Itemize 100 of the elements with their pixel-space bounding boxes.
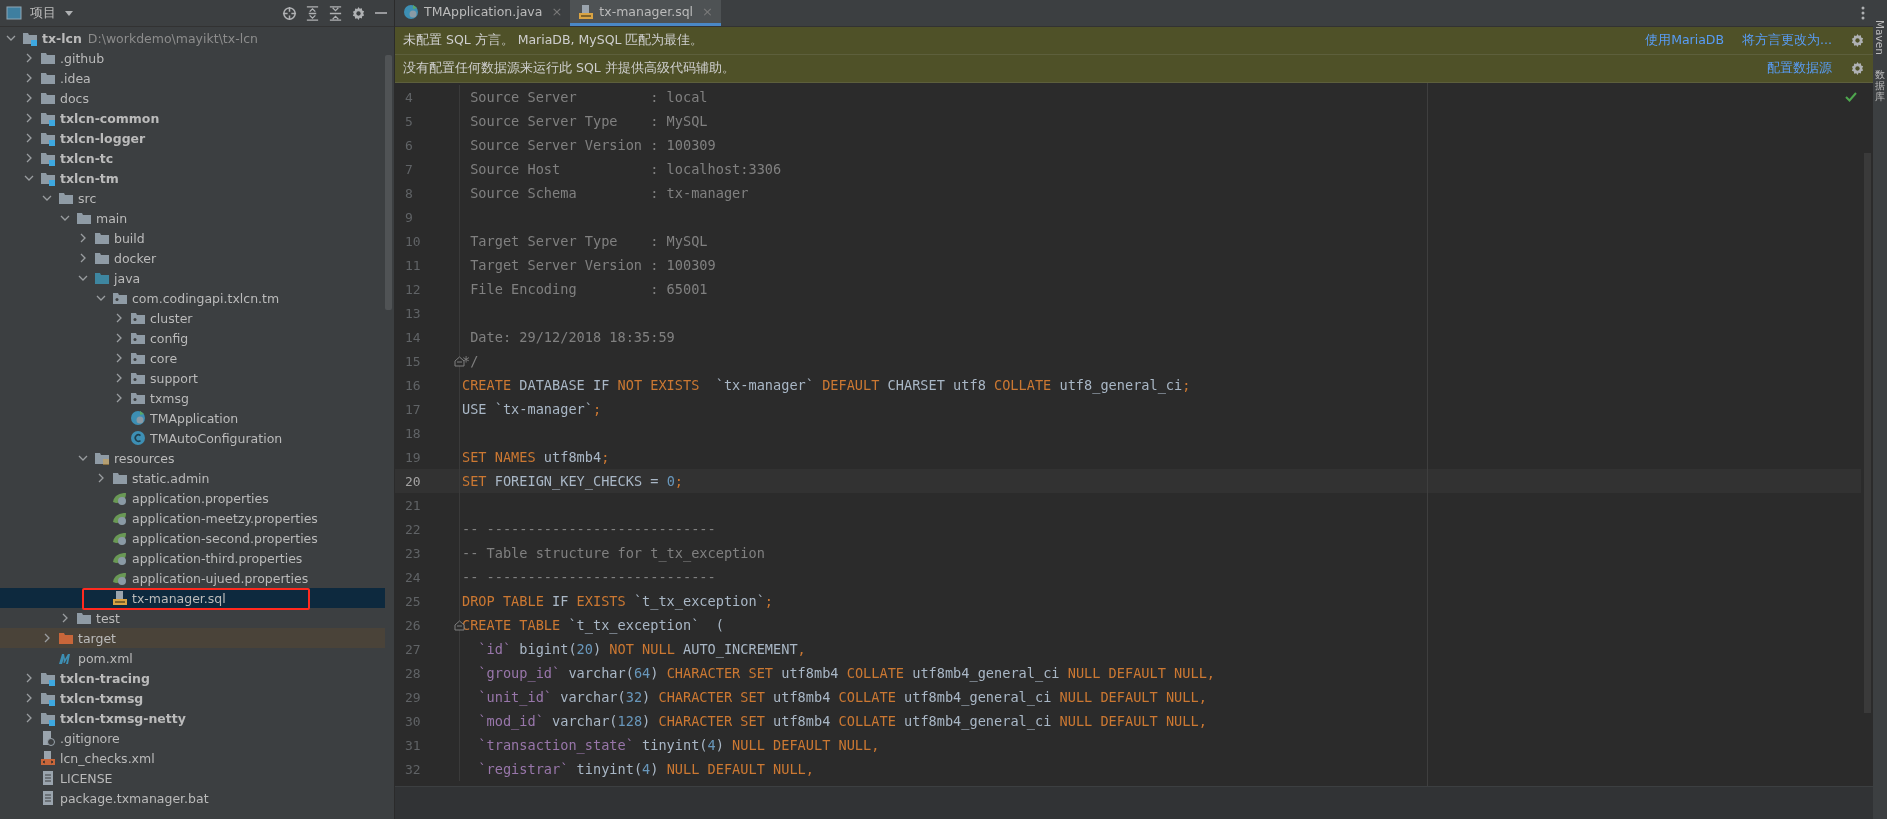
tree-item[interactable]: cluster [0,308,385,328]
tree-item[interactable]: LICENSE [0,768,385,788]
tree-item[interactable]: docker [0,248,385,268]
caret-down-icon[interactable] [64,9,74,17]
tree-item[interactable]: support [0,368,385,388]
tree-item[interactable]: main [0,208,385,228]
tree-item[interactable]: txlcn-tm [0,168,385,188]
tool-window-tab[interactable]: Maven [1874,20,1886,55]
tree-item[interactable]: java [0,268,385,288]
chevron-right-icon[interactable] [78,233,88,243]
tree-item[interactable]: txmsg [0,388,385,408]
tree-item[interactable]: config [0,328,385,348]
chevron-right-icon[interactable] [24,113,34,123]
code-line: SET NAMES utf8mb4; [462,449,610,465]
tree-item[interactable]: txlcn-common [0,108,385,128]
editor-tab[interactable]: TMApplication.java × [395,0,571,26]
tree-item[interactable]: test [0,608,385,628]
module-folder-icon [40,670,56,686]
chevron-down-icon[interactable] [96,293,106,303]
banner-link[interactable]: 使用MariaDB [1645,32,1725,49]
chevron-right-icon[interactable] [114,333,124,343]
chevron-right-icon[interactable] [24,73,34,83]
tree-item[interactable]: lcn_checks.xml [0,748,385,768]
banner-link[interactable]: 配置数据源 [1767,60,1832,77]
chevron-right-icon[interactable] [24,133,34,143]
code-line: `group_id` varchar(64) CHARACTER SET utf8mb4 COLLATE utf8mb4_general_ci NULL DEFAULT NULL, [477,665,1216,681]
module-folder-icon [40,110,56,126]
tree-item[interactable]: txlcn-txmsg-netty [0,708,385,728]
chevron-right-icon[interactable] [60,613,70,623]
tree-item[interactable]: .github [0,48,385,68]
fold-marker-icon[interactable] [454,620,465,631]
module-folder-icon [40,150,56,166]
chevron-down-icon[interactable] [6,33,16,43]
tree-item[interactable]: txlcn-tracing [0,668,385,688]
panel-title[interactable]: 项目 [30,4,56,22]
chevron-right-icon[interactable] [114,313,124,323]
chevron-right-icon[interactable] [42,633,52,643]
chevron-down-icon[interactable] [78,453,88,463]
chevron-down-icon[interactable] [42,193,52,203]
kebab-menu-icon[interactable] [1861,6,1865,20]
tree-item[interactable]: package.txmanager.bat [0,788,385,808]
xml-file-icon [40,750,56,766]
tree-item[interactable]: .idea [0,68,385,88]
chevron-right-icon[interactable] [96,473,106,483]
package-icon [130,330,146,346]
collapse-all-icon[interactable] [328,5,343,21]
chevron-right-icon[interactable] [114,353,124,363]
tree-item[interactable]: txlcn-tc [0,148,385,168]
tree-item[interactable]: core [0,348,385,368]
chevron-right-icon[interactable] [24,693,34,703]
folder-icon [94,250,110,266]
settings-icon[interactable] [351,5,366,21]
chevron-right-icon[interactable] [24,53,34,63]
tree-item[interactable]: application-meetzy.properties [0,508,385,528]
code-line: File Encoding : 65001 [469,281,708,297]
tree-item[interactable]: application-third.properties [0,548,385,568]
chevron-right-icon[interactable] [78,253,88,263]
fold-marker-icon[interactable] [454,356,465,367]
tree-item[interactable]: txlcn-txmsg [0,688,385,708]
editor-tab[interactable]: tx-manager.sql × [570,0,721,26]
banner-link[interactable]: 将方言更改为... [1742,32,1832,49]
tree-item[interactable]: resources [0,448,385,468]
settings-icon[interactable] [1850,61,1865,76]
tree-item[interactable]: application-second.properties [0,528,385,548]
tree-item[interactable]: tx-manager.sql [0,588,385,608]
chevron-down-icon[interactable] [24,173,34,183]
line-number: 18 [404,425,422,441]
banner-message: 未配置 SQL 方言。 MariaDB, MySQL 匹配为最佳。 [403,32,705,49]
chevron-down-icon[interactable] [78,273,88,283]
tree-item[interactable]: .gitignore [0,728,385,748]
package-icon [130,370,146,386]
tree-item[interactable]: com.codingapi.txlcn.tm [0,288,385,308]
tree-item[interactable]: build [0,228,385,248]
tool-window-tab[interactable]: 数据库 [1875,68,1885,102]
chevron-right-icon[interactable] [114,393,124,403]
crosshair-icon[interactable] [282,5,297,21]
tree-item[interactable]: application-ujued.properties [0,568,385,588]
tree-item[interactable]: txlcn-logger [0,128,385,148]
tree-item[interactable]: TMAutoConfiguration [0,428,385,448]
tree-item[interactable]: src [0,188,385,208]
tree-item[interactable]: pom.xml [0,648,385,668]
expand-all-icon[interactable] [305,5,320,21]
tree-item[interactable]: static.admin [0,468,385,488]
tree-item[interactable]: TMApplication [0,408,385,428]
chevron-right-icon[interactable] [24,713,34,723]
chevron-right-icon[interactable] [24,673,34,683]
folder-icon [94,230,110,246]
chevron-right-icon[interactable] [24,93,34,103]
chevron-right-icon[interactable] [24,153,34,163]
tree-item[interactable]: target [0,628,385,648]
ignore-file-icon [40,730,56,746]
tree-item[interactable]: tx-lcn D:\workdemo\mayikt\tx-lcn [0,28,385,48]
chevron-right-icon[interactable] [114,373,124,383]
settings-icon[interactable] [1850,33,1865,48]
tree-item[interactable]: docs [0,88,385,108]
chevron-down-icon[interactable] [60,213,70,223]
tree-item[interactable]: application.properties [0,488,385,508]
line-number: 6 [404,137,414,153]
folder-icon [58,630,74,646]
package-icon [130,350,146,366]
